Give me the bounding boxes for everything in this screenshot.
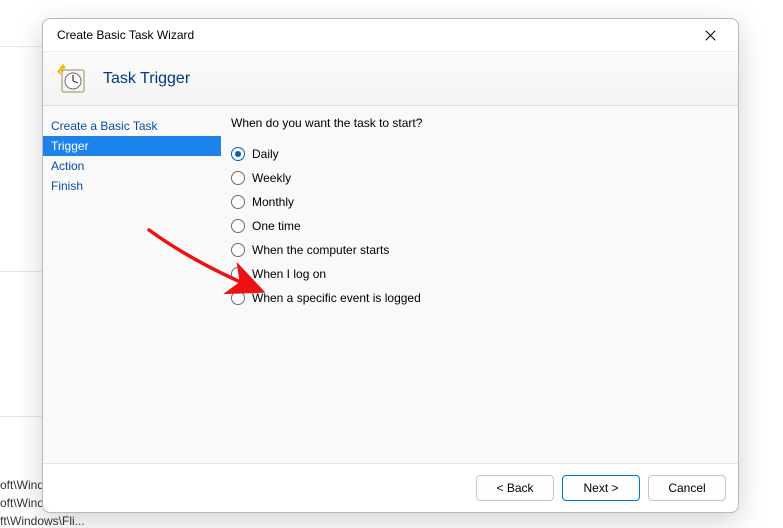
option-event-logged[interactable]: When a specific event is logged: [231, 286, 728, 310]
radio-one-time[interactable]: [231, 219, 245, 233]
radio-monthly[interactable]: [231, 195, 245, 209]
radio-weekly[interactable]: [231, 171, 245, 185]
radio-event-logged[interactable]: [231, 291, 245, 305]
radio-log-on[interactable]: [231, 267, 245, 281]
bg-text-1: oft\Wind: [0, 478, 44, 492]
header-section: Task Trigger: [43, 51, 738, 106]
titlebar: Create Basic Task Wizard: [43, 19, 738, 51]
option-log-on[interactable]: When I log on: [231, 262, 728, 286]
label-one-time: One time: [252, 219, 301, 233]
wizard-dialog: Create Basic Task Wizard Task Trigger Cr…: [42, 18, 739, 513]
option-daily[interactable]: Daily: [231, 142, 728, 166]
trigger-question: When do you want the task to start?: [231, 116, 728, 130]
radio-daily[interactable]: [231, 147, 245, 161]
label-log-on: When I log on: [252, 267, 326, 281]
bg-text-3: ft\Windows\Fli...: [0, 514, 85, 528]
button-bar: < Back Next > Cancel: [43, 464, 738, 512]
cancel-button[interactable]: Cancel: [648, 475, 726, 501]
task-scheduler-icon: [53, 61, 89, 97]
step-finish[interactable]: Finish: [43, 176, 221, 196]
label-computer-starts: When the computer starts: [252, 243, 389, 257]
background-divider: [0, 416, 42, 417]
window-title: Create Basic Task Wizard: [57, 28, 194, 42]
next-button[interactable]: Next >: [562, 475, 640, 501]
back-button[interactable]: < Back: [476, 475, 554, 501]
content-pane: When do you want the task to start? Dail…: [221, 106, 738, 463]
step-create-basic-task[interactable]: Create a Basic Task: [43, 116, 221, 136]
option-monthly[interactable]: Monthly: [231, 190, 728, 214]
option-weekly[interactable]: Weekly: [231, 166, 728, 190]
wizard-body: Create a Basic Task Trigger Action Finis…: [43, 106, 738, 464]
step-action[interactable]: Action: [43, 156, 221, 176]
close-button[interactable]: [696, 21, 724, 49]
label-weekly: Weekly: [252, 171, 291, 185]
radio-computer-starts[interactable]: [231, 243, 245, 257]
option-one-time[interactable]: One time: [231, 214, 728, 238]
label-monthly: Monthly: [252, 195, 294, 209]
label-event-logged: When a specific event is logged: [252, 291, 421, 305]
step-trigger[interactable]: Trigger: [43, 136, 221, 156]
page-title: Task Trigger: [103, 70, 190, 88]
option-computer-starts[interactable]: When the computer starts: [231, 238, 728, 262]
close-icon: [705, 30, 716, 41]
label-daily: Daily: [252, 147, 279, 161]
step-list: Create a Basic Task Trigger Action Finis…: [43, 106, 221, 463]
